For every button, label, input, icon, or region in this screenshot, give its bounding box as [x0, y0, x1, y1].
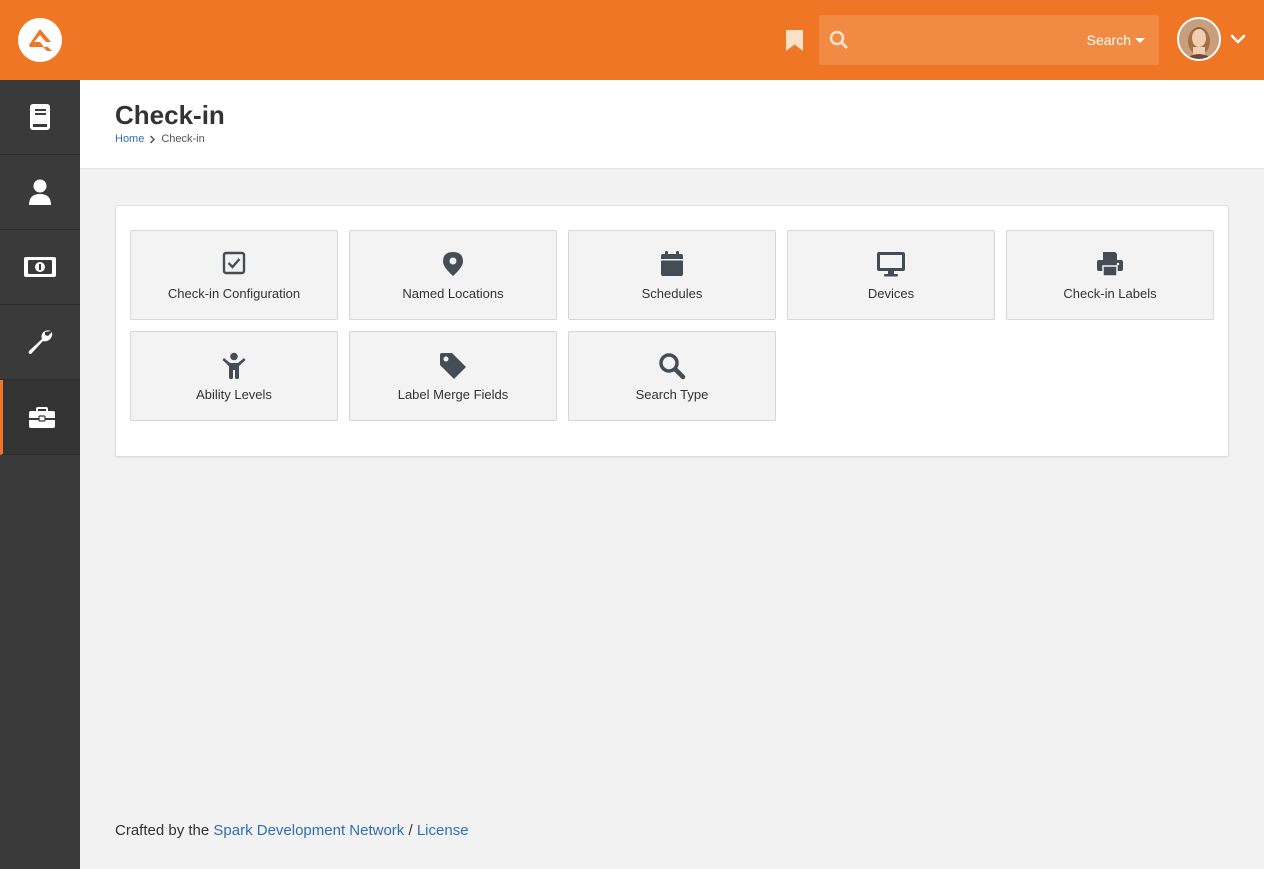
chevron-down-icon[interactable]: [1230, 32, 1246, 46]
tile-label: Named Locations: [402, 286, 504, 301]
tile-ability-levels[interactable]: Ability Levels: [130, 331, 338, 421]
tile-label: Devices: [867, 286, 915, 301]
sidebar-item-people[interactable]: [0, 155, 80, 230]
map-marker-icon: [443, 252, 463, 276]
footer: Crafted by the Spark Development Network…: [115, 822, 469, 839]
page-title: Check-in: [115, 100, 225, 130]
sidebar-item-tools[interactable]: [0, 305, 80, 380]
footer-separator: /: [404, 822, 417, 839]
search-icon: [829, 30, 848, 49]
tile-label: Check-in Labels: [1063, 286, 1157, 301]
tile-checkin-configuration[interactable]: Check-in Configuration: [130, 230, 338, 320]
bookmark-icon[interactable]: [785, 29, 804, 52]
book-icon: [30, 104, 50, 130]
tile-label-merge-fields[interactable]: Label Merge Fields: [349, 331, 557, 421]
sidebar-item-admin[interactable]: [0, 380, 80, 455]
wrench-icon: [28, 330, 53, 354]
breadcrumb: Home Check-in: [115, 133, 205, 145]
child-icon: [222, 352, 246, 379]
search-input[interactable]: [859, 25, 1079, 55]
checkin-menu-panel: Check-in Configuration Named Locations S…: [115, 205, 1229, 457]
spark-link[interactable]: Spark Development Network: [213, 822, 404, 839]
briefcase-icon: [28, 407, 55, 428]
search-type-label: Search: [1086, 32, 1131, 48]
check-square-icon: [222, 251, 246, 275]
search-type-dropdown[interactable]: Search: [1087, 32, 1145, 48]
search-icon: [659, 353, 686, 380]
avatar[interactable]: [1177, 17, 1221, 61]
calendar-icon: [661, 251, 683, 276]
tile-label: Search Type: [635, 387, 709, 402]
breadcrumb-current: Check-in: [161, 133, 205, 145]
tile-label: Ability Levels: [196, 387, 272, 402]
person-icon: [29, 179, 51, 205]
footer-prefix: Crafted by the: [115, 822, 214, 839]
tile-label: Check-in Configuration: [167, 286, 301, 301]
tile-devices[interactable]: Devices: [787, 230, 995, 320]
tile-named-locations[interactable]: Named Locations: [349, 230, 557, 320]
top-bar: Search: [0, 0, 1264, 80]
rock-logo-icon[interactable]: [18, 18, 62, 62]
money-icon: [24, 257, 56, 277]
tile-label: Label Merge Fields: [397, 387, 509, 402]
tile-checkin-labels[interactable]: Check-in Labels: [1006, 230, 1214, 320]
tile-schedules[interactable]: Schedules: [568, 230, 776, 320]
page-header: Check-in Home Check-in: [80, 80, 1264, 169]
desktop-icon: [877, 252, 905, 277]
sidebar: [0, 80, 80, 869]
tag-icon: [440, 353, 466, 379]
license-link[interactable]: License: [417, 822, 469, 839]
chevron-right-icon: [150, 134, 156, 144]
breadcrumb-home-link[interactable]: Home: [115, 133, 144, 145]
sidebar-item-book[interactable]: [0, 80, 80, 155]
tile-search-type[interactable]: Search Type: [568, 331, 776, 421]
caret-down-icon: [1135, 37, 1145, 43]
sidebar-item-finance[interactable]: [0, 230, 80, 305]
search-box: Search: [819, 15, 1159, 65]
tile-label: Schedules: [641, 286, 703, 301]
print-icon: [1097, 252, 1123, 277]
